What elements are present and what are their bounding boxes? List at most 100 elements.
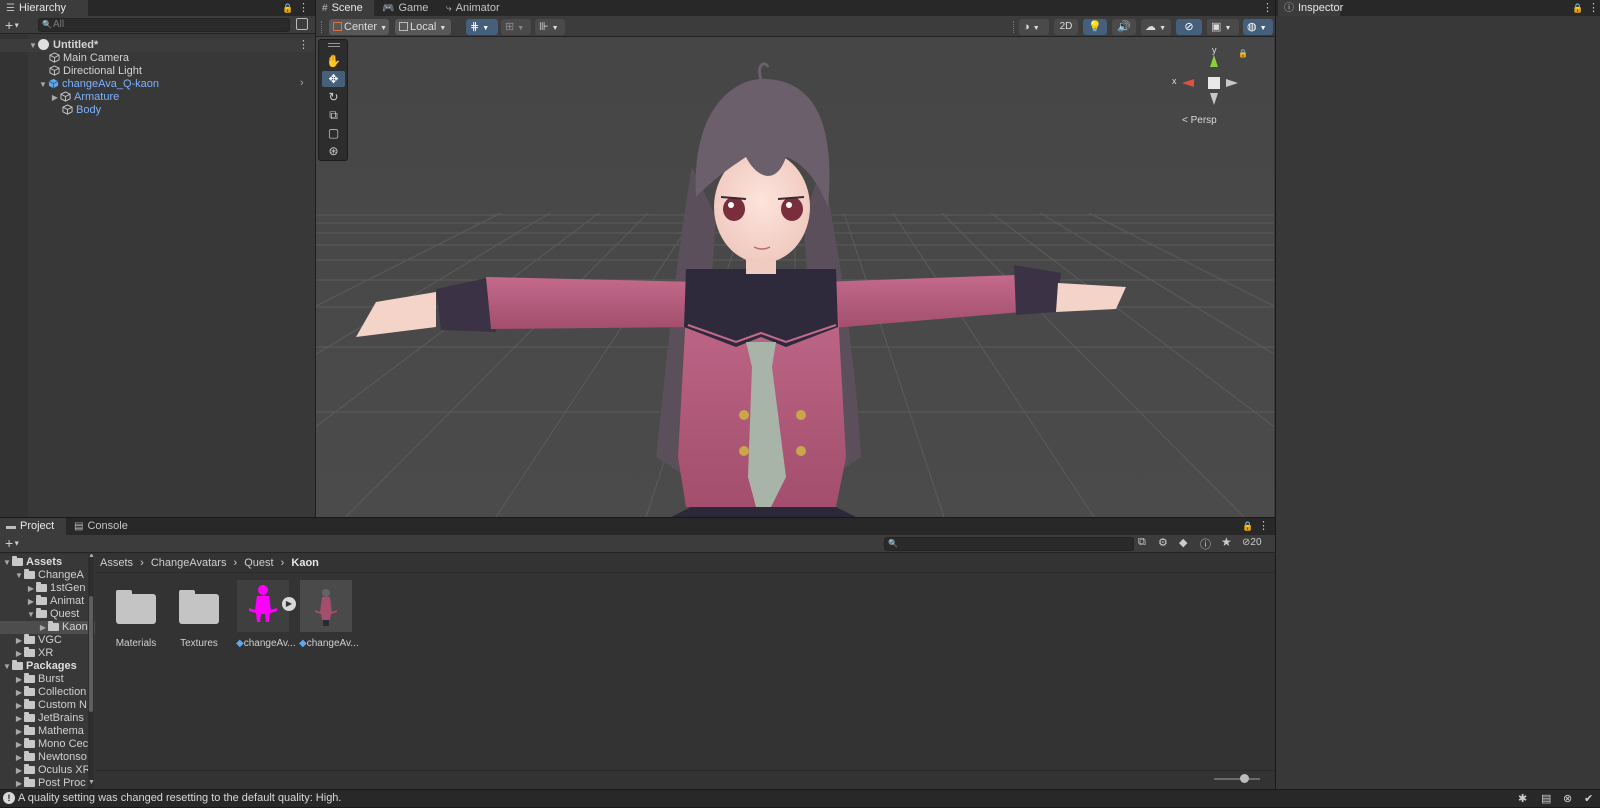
scroll-down-arrow-icon[interactable]: ▼ — [88, 779, 95, 786]
tree-item-custom-nunit[interactable]: ▶ Custom N — [14, 699, 94, 712]
tree-item-packages[interactable]: ▼ Packages — [2, 660, 94, 673]
tree-item-burst[interactable]: ▶ Burst — [14, 673, 94, 686]
collapse-arrow-icon[interactable]: ▶ — [26, 582, 36, 595]
scene-row-untitled[interactable]: ▼ Untitled* — [0, 39, 315, 52]
tree-item-jetbrains[interactable]: ▶ JetBrains — [14, 712, 94, 725]
pivot-center-dropdown[interactable]: Center ▼ — [329, 19, 389, 35]
create-dropdown-button[interactable]: +▼ — [5, 17, 27, 33]
check-icon[interactable]: ✔ — [1584, 791, 1593, 808]
scene-visibility-toggle[interactable]: ⊘ — [1176, 19, 1202, 35]
hierarchy-item-directional-light[interactable]: Directional Light — [0, 65, 315, 78]
asset-changeava-prefab[interactable]: ▶ ◆changeAv... — [236, 580, 296, 649]
collapse-arrow-icon[interactable]: ▶ — [14, 751, 24, 764]
tree-item-collections[interactable]: ▶ Collection — [14, 686, 94, 699]
collapse-arrow-icon[interactable]: ▶ — [14, 725, 24, 738]
collapse-arrow-icon[interactable]: ▶ — [14, 764, 24, 777]
tree-item-kaon[interactable]: ▶ Kaon — [0, 621, 95, 634]
tab-scene[interactable]: # Scene — [316, 0, 374, 16]
panel-menu-icon[interactable]: ⋮ — [1258, 519, 1269, 533]
expand-arrow-icon[interactable]: ▼ — [2, 556, 12, 569]
increment-snap-button[interactable]: ⊪ ▼ — [535, 19, 565, 35]
collapse-arrow-icon[interactable]: ▶ — [38, 621, 48, 634]
effects-dropdown[interactable]: ☁ ▼ — [1141, 19, 1171, 35]
tree-item-changeavatars[interactable]: ▼ ChangeA — [14, 569, 94, 582]
favorites-star-icon[interactable]: ★ — [1221, 535, 1232, 549]
scene-viewport[interactable]: y x 🔒 < Persp — [316, 37, 1274, 517]
tree-item-mono-cecil[interactable]: ▶ Mono Cec — [14, 738, 94, 751]
tab-inspector[interactable]: ⓘ Inspector — [1278, 0, 1343, 16]
log-info-icon[interactable]: ⓘ — [1200, 536, 1211, 552]
spinner-icon[interactable]: ⊗ — [1563, 791, 1572, 808]
tab-project[interactable]: ▬ Project — [0, 518, 66, 535]
hierarchy-search-input[interactable]: 🔍 All — [38, 18, 290, 32]
panel-menu-icon[interactable]: ⋮ — [298, 1, 309, 15]
create-asset-dropdown-button[interactable]: +▼ — [5, 535, 27, 551]
expand-arrow-icon[interactable]: ▼ — [14, 569, 24, 582]
shading-mode-dropdown[interactable]: ◑ ▼ — [1019, 19, 1049, 35]
tree-item-quest[interactable]: ▼ Quest — [26, 608, 94, 621]
hand-tool-button[interactable]: ✋ — [322, 53, 345, 69]
audio-toggle[interactable]: 🔊 — [1112, 19, 1136, 35]
gizmo-lock-icon[interactable]: 🔒 — [1238, 49, 1248, 58]
collapse-arrow-icon[interactable]: ▶ — [14, 647, 24, 660]
collapse-arrow-icon[interactable]: ▶ — [14, 686, 24, 699]
status-message[interactable]: A quality setting was changed resetting … — [18, 792, 341, 804]
lighting-toggle[interactable]: 💡 — [1083, 19, 1107, 35]
tree-item-post-processing[interactable]: ▶ Post Proc — [14, 777, 94, 787]
camera-dropdown[interactable]: ▣ ▼ — [1207, 19, 1239, 35]
asset-textures-folder[interactable]: Textures — [172, 580, 226, 649]
breadcrumb-kaon[interactable]: Kaon — [291, 557, 319, 569]
hierarchy-item-main-camera[interactable]: Main Camera — [0, 52, 315, 65]
panel-menu-icon[interactable]: ⋮ — [1262, 1, 1273, 15]
orientation-gizmo[interactable]: y x 🔒 < Persp — [1172, 45, 1254, 127]
overlay-drag-handle[interactable] — [328, 43, 340, 47]
collapse-arrow-icon[interactable]: ▶ — [14, 634, 24, 647]
tree-item-oculus-xr[interactable]: ▶ Oculus XR — [14, 764, 94, 777]
search-by-type-icon[interactable]: ⧉ — [1138, 536, 1146, 549]
tree-scrollbar-thumb[interactable] — [89, 596, 93, 712]
tag-icon[interactable]: ◆ — [1179, 536, 1187, 549]
search-by-label-icon[interactable]: ⚙ — [1158, 536, 1168, 549]
asset-changeava-model[interactable]: ◆changeAv... — [299, 580, 359, 649]
collapse-arrow-icon[interactable]: ▶ — [14, 777, 24, 787]
tab-hierarchy[interactable]: ☰ Hierarchy — [0, 0, 88, 16]
toggle-2d-button[interactable]: 2D — [1054, 19, 1078, 35]
tree-item-mathematics[interactable]: ▶ Mathema — [14, 725, 94, 738]
breadcrumb-changeavatars[interactable]: ChangeAvatars — [151, 557, 227, 569]
tree-item-assets[interactable]: ▼ Assets — [2, 556, 94, 569]
tab-game[interactable]: 🎮 Game — [376, 0, 438, 16]
hidden-packages-toggle[interactable]: ⊘20 — [1242, 537, 1262, 548]
collapse-arrow-icon[interactable]: ▶ — [14, 712, 24, 725]
tree-item-xr[interactable]: ▶ XR — [14, 647, 94, 660]
collapse-arrow-icon[interactable]: ▶ — [50, 91, 60, 104]
transform-tool-button[interactable]: ⊛ — [322, 143, 345, 159]
panel-menu-icon[interactable]: ⋮ — [1588, 1, 1599, 15]
lock-icon[interactable]: 🔒 — [1242, 519, 1253, 533]
gizmos-dropdown[interactable]: ◍ ▼ — [1243, 19, 1273, 35]
expand-prefab-play-icon[interactable]: ▶ — [282, 597, 296, 611]
network-icon[interactable]: ▤ — [1541, 791, 1551, 808]
expand-arrow-icon[interactable]: ▼ — [28, 39, 38, 52]
collapse-arrow-icon[interactable]: ▶ — [14, 699, 24, 712]
hierarchy-item-changeava-q-kaon[interactable]: ▼ changeAva_Q-kaon — [0, 78, 315, 91]
expand-arrow-icon[interactable]: ▼ — [38, 78, 48, 91]
bug-icon[interactable]: ✱ — [1518, 791, 1527, 808]
grid-snap-toggle[interactable]: ⋕ ▼ — [466, 19, 498, 35]
asset-materials-folder[interactable]: Materials — [109, 580, 163, 649]
hierarchy-item-armature[interactable]: ▶ Armature — [0, 91, 315, 104]
snap-increment-button[interactable]: ⊞ ▼ — [501, 19, 531, 35]
scroll-up-arrow-icon[interactable]: ▲ — [88, 554, 95, 559]
breadcrumb-quest[interactable]: Quest — [244, 557, 273, 569]
scene-row-menu-icon[interactable]: ⋮ — [298, 38, 309, 52]
tree-item-vgc[interactable]: ▶ VGC — [14, 634, 94, 647]
breadcrumb-assets[interactable]: Assets — [100, 557, 133, 569]
search-filter-icon[interactable] — [296, 18, 308, 30]
tab-animator[interactable]: ⤷ Animator — [440, 0, 520, 16]
collapse-arrow-icon[interactable]: ▶ — [14, 673, 24, 686]
expand-arrow-icon[interactable]: ▼ — [2, 660, 12, 673]
tab-console[interactable]: ▤ Console — [68, 518, 138, 535]
move-tool-button[interactable]: ✥ — [322, 71, 345, 87]
lock-icon[interactable]: 🔒 — [282, 1, 293, 15]
tree-item-newtonsoft[interactable]: ▶ Newtonso — [14, 751, 94, 764]
rect-tool-button[interactable]: ▢ — [322, 125, 345, 141]
